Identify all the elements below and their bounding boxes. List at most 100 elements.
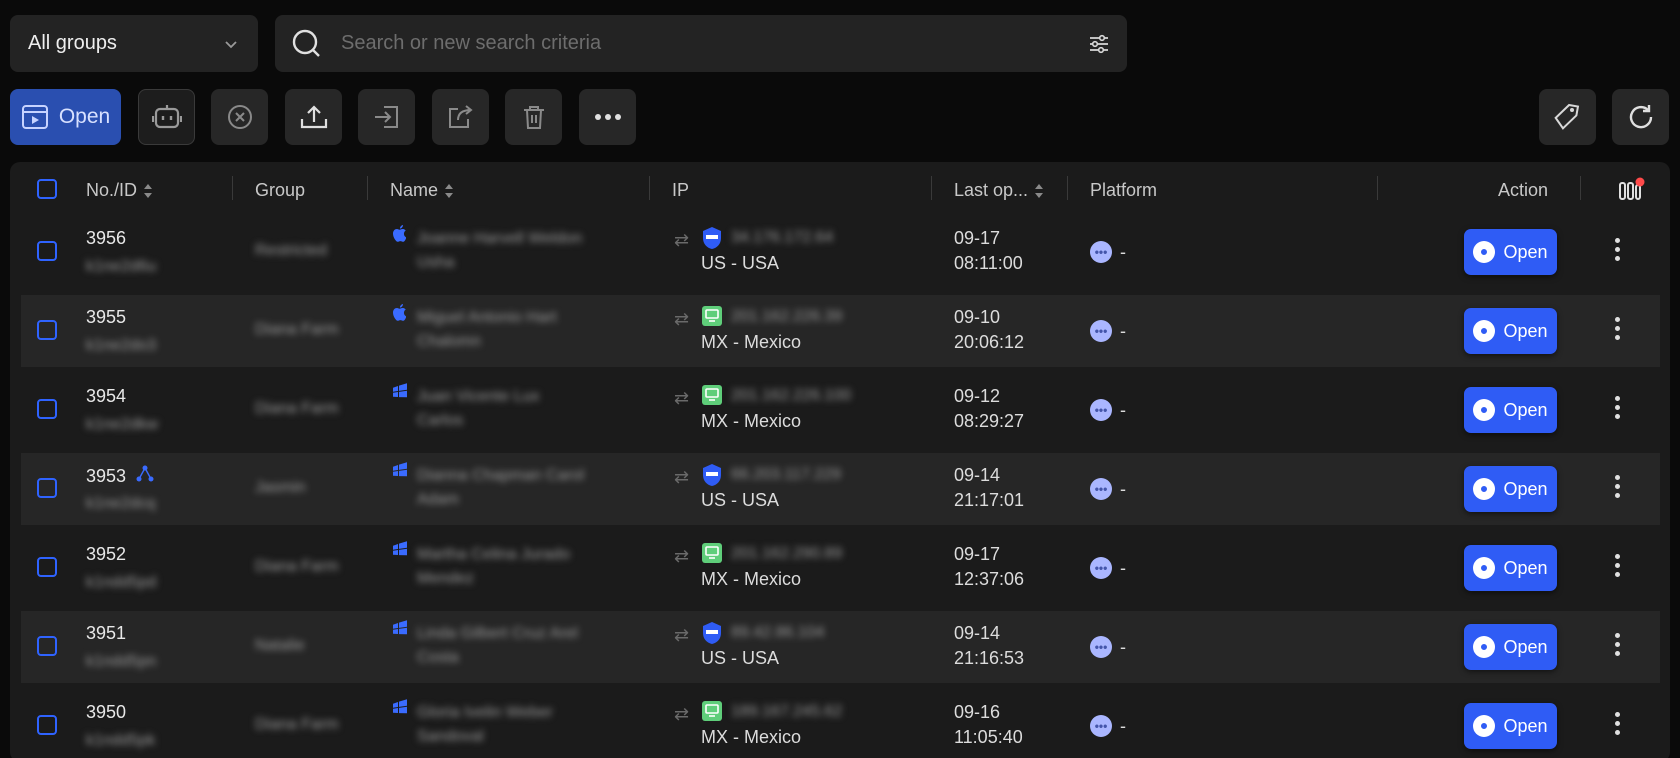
profile-id: k1ne2dcq — [86, 495, 156, 512]
open-profile-button[interactable]: Open — [1464, 308, 1557, 354]
column-group: Group — [255, 180, 306, 200]
table-row[interactable]: 3956 k1ne2d6u Restricted Joanne Harvell … — [21, 216, 1660, 288]
upload-button[interactable] — [285, 89, 342, 145]
select-all-checkbox[interactable] — [37, 179, 57, 199]
profile-name[interactable]: Miguel Antonio Hart — [417, 309, 557, 327]
table-row[interactable]: 3952 k1ndd5pd Diana Farm Martha Celina J… — [21, 532, 1660, 604]
close-browser-button[interactable] — [211, 89, 268, 145]
search-bar[interactable]: Search or new search criteria — [275, 15, 1127, 72]
table-row[interactable]: 3953 k1ne2dcq Jasmin Dianna Chapman Caro… — [21, 453, 1660, 525]
group-select[interactable]: All groups — [10, 15, 258, 72]
profile-name[interactable]: Joanne Harvell Weldon — [417, 230, 582, 248]
swap-icon[interactable]: ⇄ — [674, 388, 689, 409]
last-open-time: 08:29:27 — [954, 411, 1025, 431]
refresh-button[interactable] — [1612, 89, 1669, 145]
row-more-button[interactable] — [1615, 317, 1620, 340]
row-more-button[interactable] — [1615, 475, 1620, 498]
search-input[interactable]: Search or new search criteria — [341, 32, 1087, 55]
open-profile-button[interactable]: Open — [1464, 624, 1557, 670]
swap-icon[interactable]: ⇄ — [674, 230, 689, 251]
row-more-button[interactable] — [1615, 396, 1620, 419]
swap-icon[interactable]: ⇄ — [674, 467, 689, 488]
more-actions-button[interactable] — [579, 89, 636, 145]
last-open-date: 09-16 — [954, 702, 1001, 722]
swap-icon[interactable]: ⇄ — [674, 704, 689, 725]
last-open-time: 12:37:06 — [954, 569, 1025, 589]
more-horizontal-icon — [594, 114, 621, 120]
table-header: No./ID Group Name IP Last op... Platform… — [10, 162, 1670, 216]
row-more-button[interactable] — [1615, 712, 1620, 735]
login-arrow-icon — [374, 106, 398, 128]
row-more-button[interactable] — [1615, 554, 1620, 577]
ip-location: MX - Mexico — [701, 569, 802, 589]
profile-name[interactable]: Linda Gilbert Cruz Arel — [417, 625, 578, 643]
table-row[interactable]: 3955 k1ne2do3 Diana Farm Miguel Antonio … — [21, 295, 1660, 367]
chrome-icon — [1473, 320, 1496, 342]
windows-icon — [391, 698, 409, 721]
last-open-date: 09-17 — [954, 544, 1001, 564]
delete-button[interactable] — [505, 89, 562, 145]
row-more-button[interactable] — [1615, 238, 1620, 261]
platform-value: - — [1120, 241, 1126, 262]
import-button[interactable] — [358, 89, 415, 145]
upload-icon — [300, 105, 327, 129]
share-button[interactable] — [432, 89, 489, 145]
automation-button[interactable] — [138, 89, 195, 145]
row-checkbox[interactable] — [37, 715, 57, 735]
open-profile-button[interactable]: Open — [1464, 387, 1557, 433]
table-row[interactable]: 3951 k1ndd5pn Natalie Linda Gilbert Cruz… — [21, 611, 1660, 683]
table-row[interactable]: 3950 k1ndd5pk Diana Farm Gloria Ivelin W… — [21, 690, 1660, 758]
column-no-id[interactable]: No./ID — [86, 180, 153, 201]
tags-button[interactable] — [1539, 89, 1596, 145]
row-checkbox[interactable] — [37, 478, 57, 498]
ip-location: MX - Mexico — [701, 411, 802, 431]
column-settings-button[interactable] — [1617, 177, 1645, 201]
last-open-date: 09-17 — [954, 228, 1001, 248]
profile-number: 3955 — [86, 307, 127, 327]
profile-id: k1ne2d6u — [86, 258, 157, 275]
open-selected-button[interactable]: Open — [10, 89, 121, 145]
row-checkbox[interactable] — [37, 557, 57, 577]
last-open-time: 21:17:01 — [954, 490, 1025, 510]
row-more-button[interactable] — [1615, 633, 1620, 656]
chrome-icon — [1473, 478, 1496, 500]
table-row[interactable]: 3954 k1ne2dkw Diana Farm Juan Vicente Lu… — [21, 374, 1660, 446]
ip-address: 201.162.226.39 — [731, 308, 843, 325]
shared-icon — [136, 465, 154, 488]
columns-settings-icon — [1619, 177, 1645, 200]
row-checkbox[interactable] — [37, 241, 57, 261]
profile-name-line2: Mendez — [417, 570, 474, 587]
profile-group: Restricted — [255, 242, 328, 259]
open-profile-button[interactable]: Open — [1464, 229, 1557, 275]
platform-value: - — [1120, 478, 1126, 499]
open-profile-label: Open — [1503, 557, 1548, 578]
proxy-green-icon — [701, 542, 723, 569]
profile-name[interactable]: Juan Vicente Lux — [417, 388, 539, 406]
ip-location: US - USA — [701, 648, 780, 668]
profile-group: Natalie — [255, 637, 305, 654]
swap-icon[interactable]: ⇄ — [674, 309, 689, 330]
open-profile-button[interactable]: Open — [1464, 545, 1557, 591]
row-checkbox[interactable] — [37, 320, 57, 340]
open-profile-button[interactable]: Open — [1464, 703, 1557, 749]
group-select-value: All groups — [28, 32, 117, 54]
filter-sliders-icon[interactable] — [1087, 32, 1111, 56]
profile-group: Diana Farm — [255, 321, 339, 338]
swap-icon[interactable]: ⇄ — [674, 546, 689, 567]
app-root: All groups Search or new search criteria… — [0, 0, 1680, 758]
swap-icon[interactable]: ⇄ — [674, 625, 689, 646]
profile-name[interactable]: Dianna Chapman Carol — [417, 467, 584, 485]
column-ip: IP — [672, 180, 690, 200]
profile-name[interactable]: Gloria Ivelin Weber — [417, 704, 553, 722]
profile-id: k1ndd5pk — [86, 732, 156, 749]
row-checkbox[interactable] — [37, 636, 57, 656]
row-checkbox[interactable] — [37, 399, 57, 419]
ip-location: US - USA — [701, 253, 780, 273]
platform-value: - — [1120, 636, 1126, 657]
column-name[interactable]: Name — [390, 180, 454, 201]
open-profile-button[interactable]: Open — [1464, 466, 1557, 512]
column-last-open[interactable]: Last op... — [954, 180, 1044, 201]
profile-name[interactable]: Martha Celina Jurado — [417, 546, 570, 564]
apple-icon — [391, 303, 409, 328]
proxy-green-icon — [701, 384, 723, 411]
